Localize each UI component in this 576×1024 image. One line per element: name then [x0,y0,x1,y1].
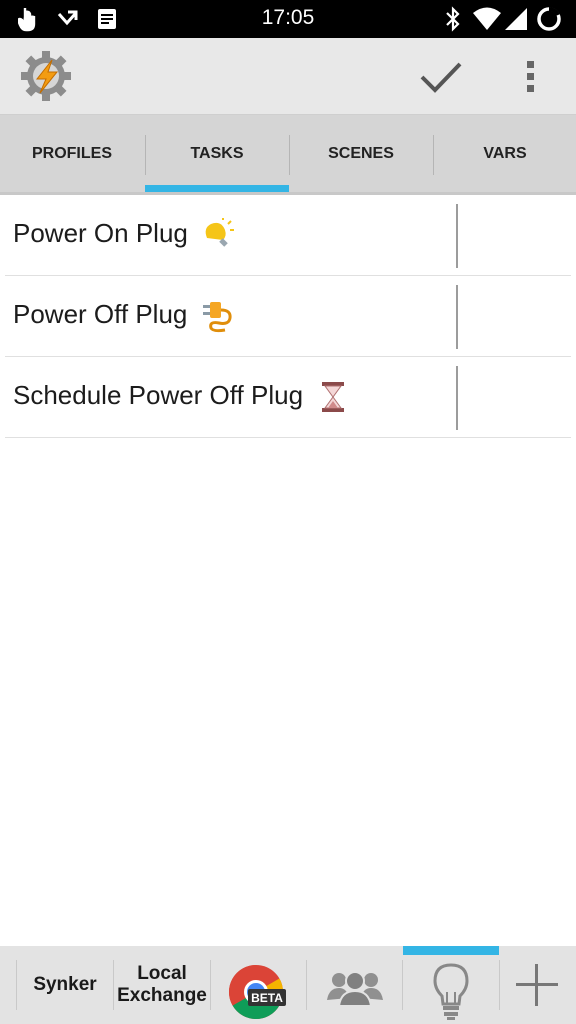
people-group-icon[interactable] [327,968,383,1008]
plug-icon [202,302,232,333]
bottom-divider [306,960,307,1010]
action-bar [0,38,576,114]
row-divider [456,285,458,349]
task-name: Schedule Power Off Plug [13,380,304,410]
signal-icon [505,8,527,30]
task-label-row: Schedule Power Off Plug [13,380,350,414]
battery-charging-icon [537,7,561,31]
plus-icon[interactable] [514,962,560,1008]
checkmark-icon[interactable] [414,52,468,100]
light-bulb-outline-icon[interactable] [432,962,470,1022]
beta-badge: BETA [251,991,283,1005]
tasker-gear-bolt-icon[interactable] [20,50,72,102]
bottom-divider [499,960,500,1010]
task-row-schedule-power-off-plug[interactable]: Schedule Power Off Plug [5,356,571,438]
hourglass-icon [322,382,345,413]
status-bar: 17:05 [0,0,576,38]
local-exchange-shortcut[interactable]: Local Exchange [114,946,210,1024]
tab-profiles[interactable]: PROFILES [0,115,144,193]
chrome-beta-icon[interactable]: BETA [228,962,288,1022]
bottom-divider [402,960,403,1010]
synker-shortcut[interactable]: Synker [17,946,113,1024]
row-divider [456,366,458,430]
local-exchange-line2: Exchange [117,985,207,1006]
tab-vars[interactable]: VARS [433,115,576,193]
tab-tasks[interactable]: TASKS [145,115,289,193]
row-divider [456,204,458,268]
task-name: Power Off Plug [13,299,188,329]
task-row-power-on-plug[interactable]: Power On Plug [5,194,571,276]
bottom-divider [210,960,211,1010]
overflow-menu-icon[interactable] [510,52,552,100]
light-bulb-icon [205,218,235,247]
task-name: Power On Plug [13,218,188,248]
local-exchange-line1: Local [137,963,187,984]
selected-shortcut-indicator [403,946,499,955]
bluetooth-icon [446,6,460,32]
bottom-shortcut-bar: Synker Local Exchange BETA [0,946,576,1024]
task-label-row: Power Off Plug [13,299,235,333]
tab-scenes[interactable]: SCENES [289,115,433,193]
task-row-power-off-plug[interactable]: Power Off Plug [5,275,571,357]
task-label-row: Power On Plug [13,218,235,252]
tab-bar: PROFILES TASKS SCENES VARS [0,114,576,193]
wifi-icon [473,7,501,30]
